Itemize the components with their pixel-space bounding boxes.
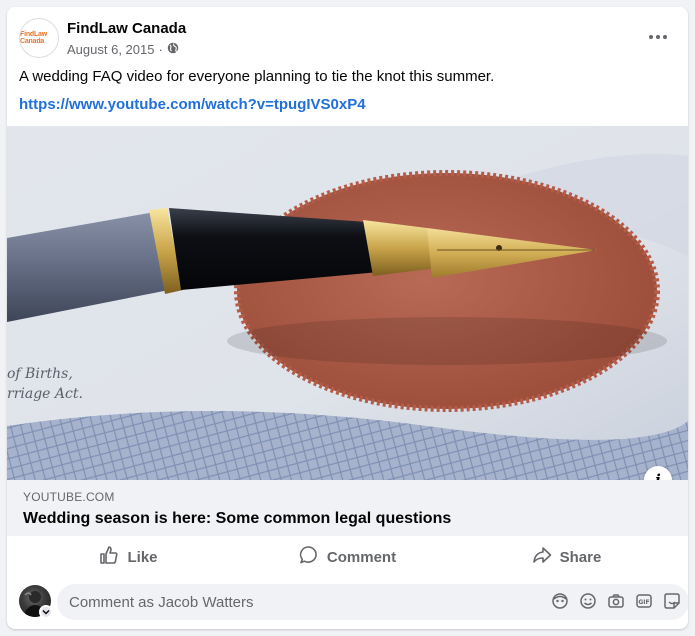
link-preview-image[interactable]: of Births, rriage Act. xyxy=(7,126,688,480)
avatar-logo: FindLaw Canada xyxy=(20,31,47,45)
more-dot-icon xyxy=(656,35,660,39)
like-button[interactable]: Like xyxy=(19,539,238,575)
comment-bubble-icon xyxy=(299,545,319,569)
more-dot-icon xyxy=(663,35,667,39)
more-options-button[interactable] xyxy=(640,23,676,51)
more-dot-icon xyxy=(649,35,653,39)
camera-icon[interactable] xyxy=(607,592,625,610)
share-label: Share xyxy=(559,548,602,566)
emoji-icon[interactable] xyxy=(579,592,597,610)
post-link[interactable]: https://www.youtube.com/watch?v=tpugIVS0… xyxy=(19,96,366,113)
comment-composer: Comment as Jacob Watters GIF xyxy=(19,584,688,621)
link-preview-meta[interactable]: YOUTUBE.COM Wedding season is here: Some… xyxy=(7,480,688,536)
share-button[interactable]: Share xyxy=(457,539,676,575)
post-card: FindLaw Canada FindLaw Canada August 6, … xyxy=(7,7,688,629)
post-date[interactable]: August 6, 2015 xyxy=(67,42,154,57)
page-avatar[interactable]: FindLaw Canada xyxy=(19,18,59,58)
avatar-sticker-icon[interactable] xyxy=(551,592,569,610)
link-domain: YOUTUBE.COM xyxy=(23,490,115,504)
profile-switch-chevron-icon[interactable] xyxy=(39,605,53,619)
gif-icon[interactable]: GIF xyxy=(635,592,653,610)
post-meta: August 6, 2015 · xyxy=(67,42,179,57)
svg-text:rriage Act.: rriage Act. xyxy=(7,386,83,402)
svg-text:GIF: GIF xyxy=(638,599,649,606)
comment-tools: GIF xyxy=(551,592,681,610)
link-title: Wedding season is here: Some common lega… xyxy=(23,510,452,527)
post-actions: Like Comment Share xyxy=(19,539,676,575)
post-text: A wedding FAQ video for everyone plannin… xyxy=(19,68,495,85)
comment-placeholder: Comment as Jacob Watters xyxy=(69,594,254,611)
comment-button[interactable]: Comment xyxy=(238,539,457,575)
sticker-icon[interactable] xyxy=(663,592,681,610)
page-name-link[interactable]: FindLaw Canada xyxy=(67,20,186,37)
svg-text:of Births,: of Births, xyxy=(7,366,73,382)
comment-label: Comment xyxy=(326,548,397,566)
globe-icon xyxy=(167,42,179,57)
red-seal xyxy=(234,170,660,412)
thumbs-up-icon xyxy=(99,545,119,569)
share-arrow-icon xyxy=(532,545,552,569)
like-label: Like xyxy=(127,548,158,566)
post-header: FindLaw Canada FindLaw Canada August 6, … xyxy=(7,7,688,69)
meta-separator: · xyxy=(158,42,163,57)
comment-input[interactable]: Comment as Jacob Watters GIF xyxy=(57,584,688,620)
